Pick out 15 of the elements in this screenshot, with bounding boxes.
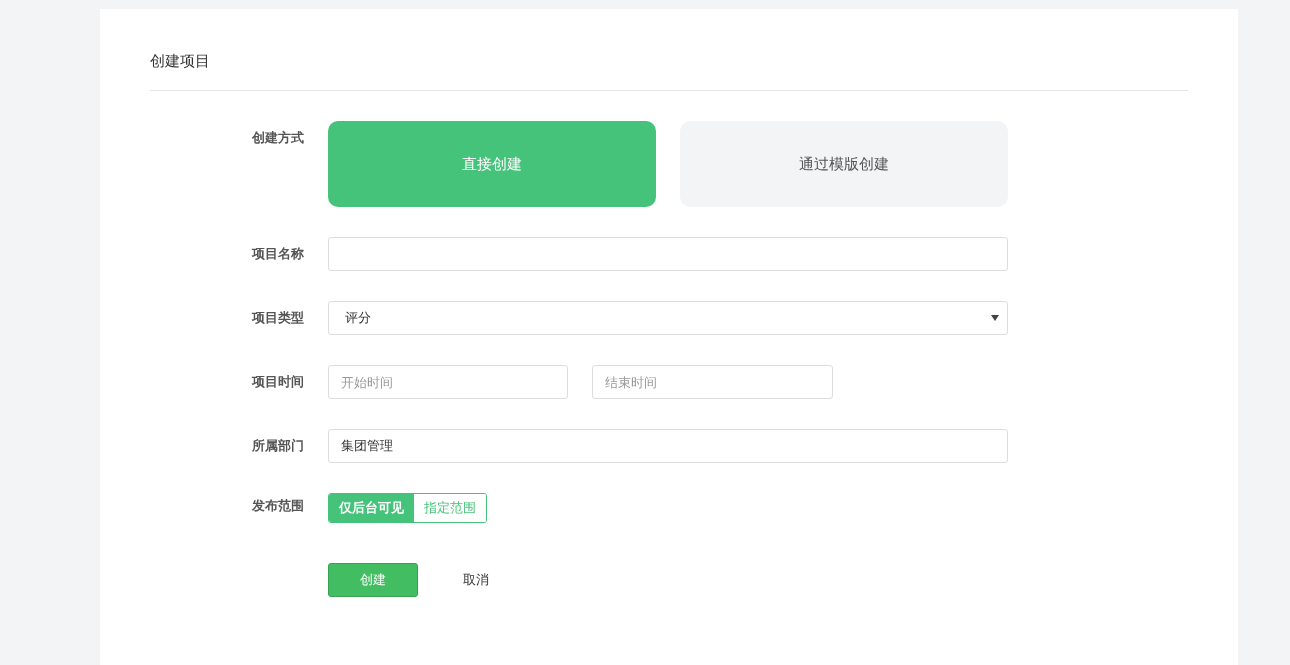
end-date-field[interactable]: 结束时间	[592, 365, 833, 399]
input-field[interactable]: 集团管理	[328, 429, 1008, 463]
start-date-field[interactable]: 开始时间	[328, 365, 568, 399]
field-label: 所属部门	[251, 437, 304, 455]
field-label: 发布范围	[251, 497, 304, 515]
cancel-button[interactable]: 取消	[436, 563, 516, 597]
field-label: 项目名称	[250, 245, 304, 263]
caret-icon	[991, 315, 999, 321]
field-label: 创建方式	[251, 129, 304, 147]
field-label: 项目时间	[250, 373, 304, 391]
field-label: 项目类型	[250, 309, 304, 327]
page-title: 创建项目	[150, 9, 1188, 91]
creation-method-card[interactable]: 通过模版创建	[680, 121, 1008, 207]
select-field[interactable]: 评分	[328, 301, 1008, 335]
input-field[interactable]	[328, 237, 1008, 271]
